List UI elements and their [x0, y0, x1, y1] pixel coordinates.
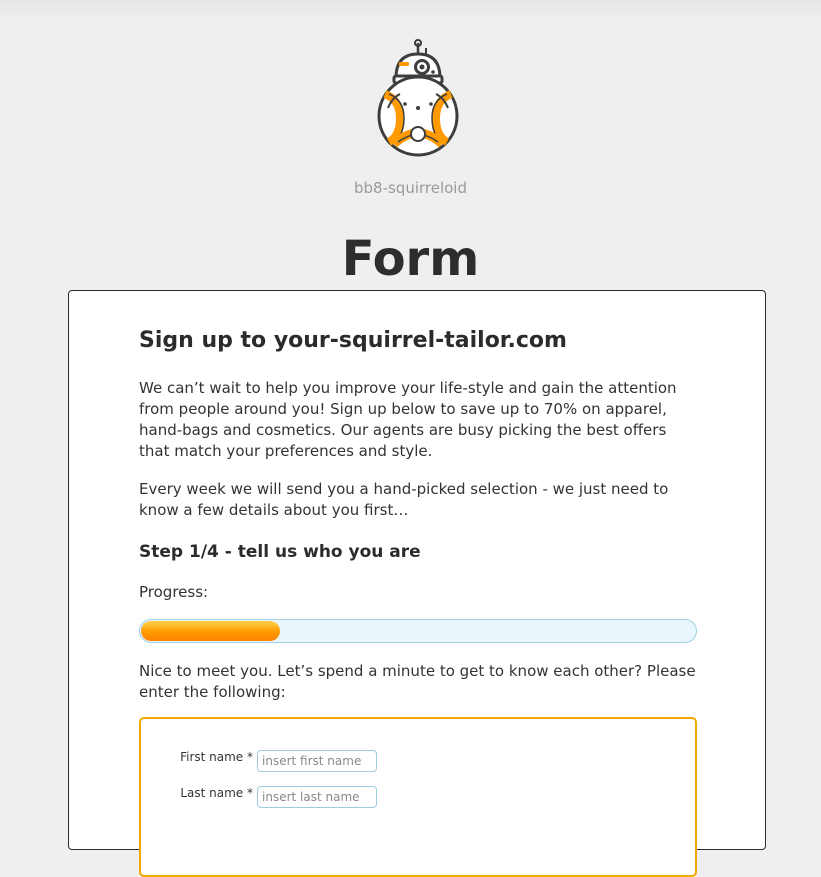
bb8-droid-icon: [377, 39, 459, 157]
first-name-input[interactable]: [257, 750, 377, 772]
brand-name: bb8-squirreloid: [353, 179, 467, 197]
page-title: Form: [341, 231, 480, 287]
first-name-label: First name *: [180, 750, 253, 764]
last-name-input[interactable]: [257, 786, 377, 808]
top-shadow: [0, 0, 821, 22]
progress-bar: [139, 619, 697, 643]
weekly-paragraph: Every week we will send you a hand-picke…: [139, 480, 669, 519]
progress-fill: [141, 621, 280, 641]
last-name-label: Last name *: [180, 786, 253, 800]
meet-paragraph: Nice to meet you. Let’s spend a minute t…: [139, 662, 696, 701]
progress-label: Progress:: [139, 583, 209, 601]
signup-card: Sign up to your-squirrel-tailor.com We c…: [68, 290, 766, 877]
personal-info-form: First name * Last name *: [139, 717, 697, 877]
step-title: Step 1/4 - tell us who you are: [139, 542, 421, 562]
signup-title: Sign up to your-squirrel-tailor.com: [139, 328, 567, 353]
intro-paragraph: We can’t wait to help you improve your l…: [139, 379, 677, 460]
